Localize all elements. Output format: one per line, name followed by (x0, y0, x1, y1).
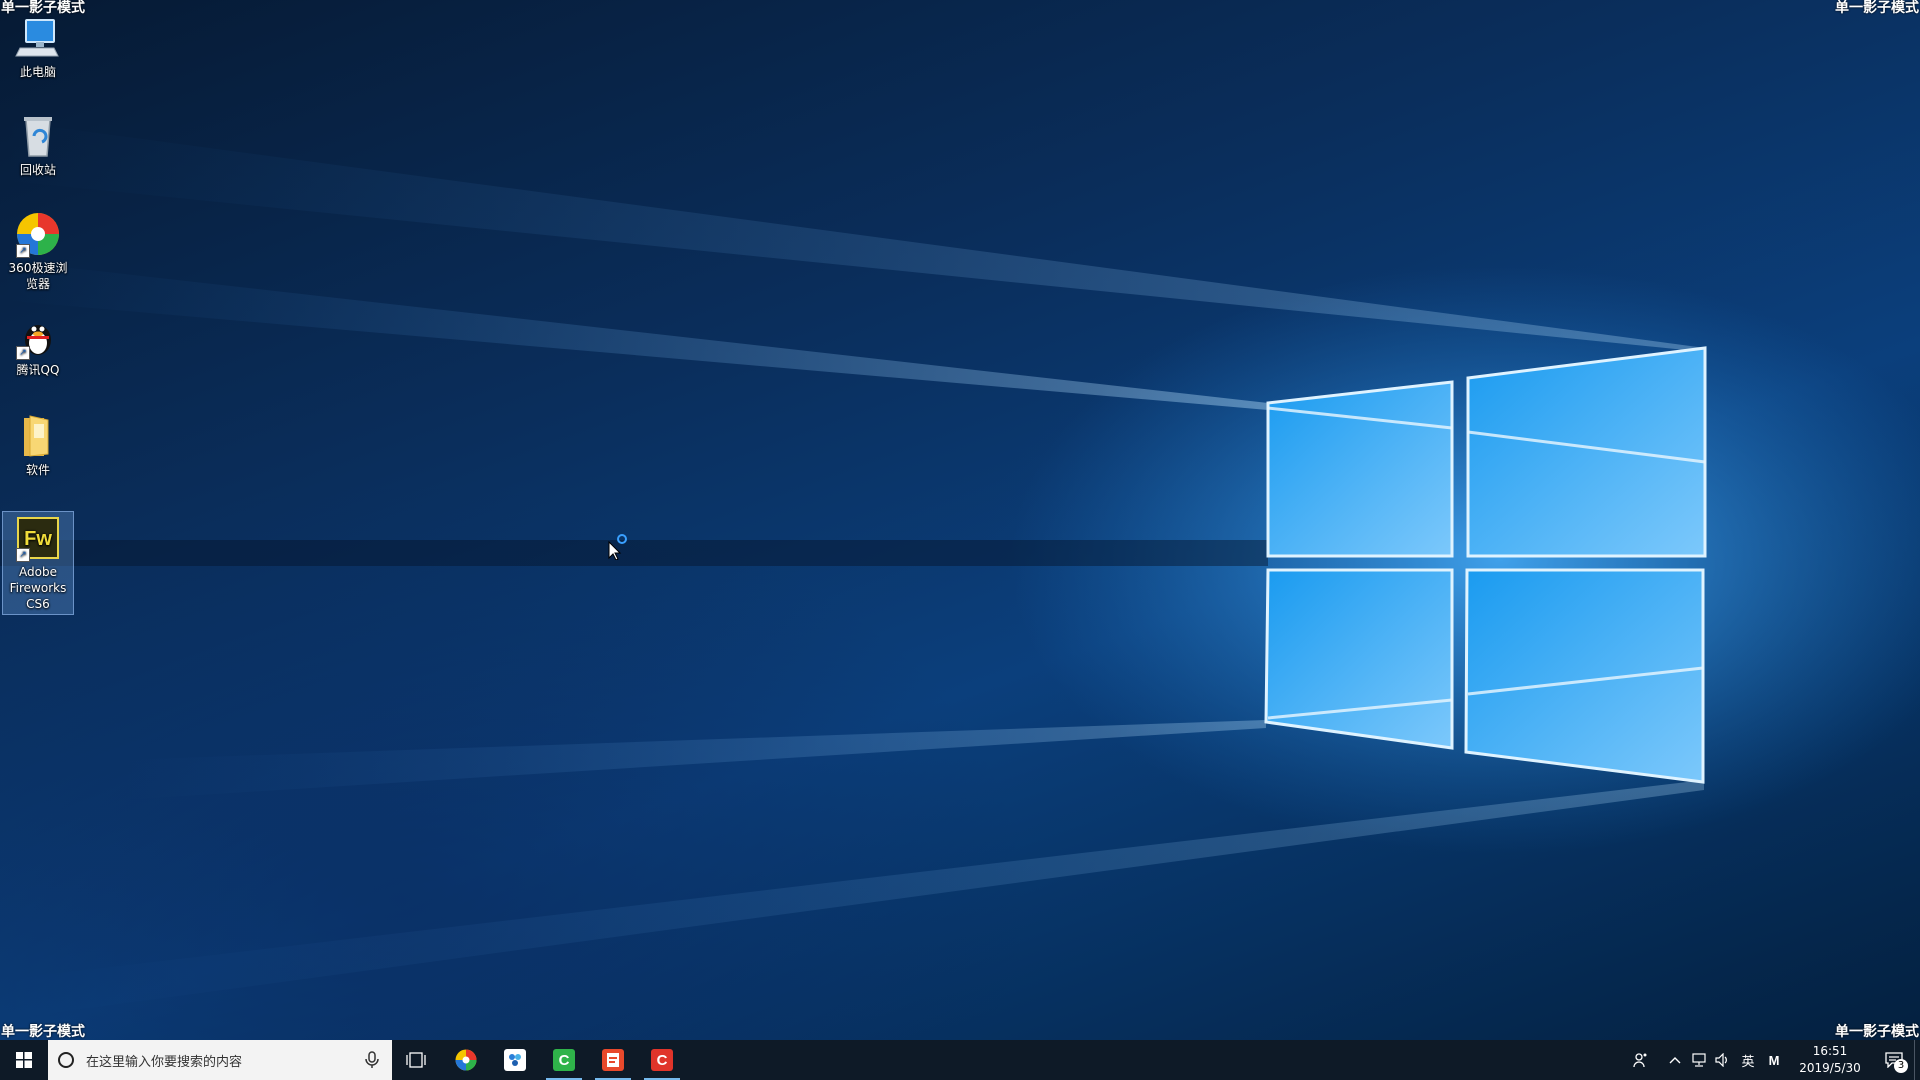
taskbar: 在这里输入你要搜索的内容 C C 英 M 16:51 2019/5/30 3 (0, 1040, 1920, 1080)
shortcut-arrow-icon: ↗ (16, 244, 30, 258)
input-language-button[interactable]: 英 (1736, 1040, 1760, 1080)
red-c-app-icon: C (651, 1049, 673, 1071)
recycle-bin-icon (14, 112, 62, 160)
cortana-icon (58, 1052, 74, 1068)
desktop-icon-label: 360极速浏览器 (8, 261, 68, 291)
desktop-icon-label: Adobe Fireworks CS6 (9, 565, 67, 611)
watermark-bottom-right: 单一影子模式 (1835, 1024, 1919, 1040)
clock[interactable]: 16:51 2019/5/30 (1780, 1040, 1880, 1080)
360-browser-icon: ↗ (14, 210, 62, 258)
show-hidden-icons-button[interactable] (1664, 1040, 1686, 1080)
logo-pane-bottom-right (1464, 568, 1705, 784)
start-button[interactable] (0, 1040, 48, 1080)
desktop[interactable]: 单一影子模式 单一影子模式 此电脑 回收站 ↗ 360极速浏览器 ↗ 腾讯QQ … (0, 0, 1920, 1040)
people-app-icon (504, 1049, 526, 1071)
search-box[interactable]: 在这里输入你要搜索的内容 (48, 1040, 392, 1080)
desktop-icon-software-folder[interactable]: 软件 (2, 410, 74, 478)
qq-icon: ↗ (14, 312, 62, 360)
busy-cursor-icon (608, 534, 627, 560)
network-icon (1692, 1053, 1706, 1067)
action-center-button[interactable]: 3 (1874, 1040, 1914, 1080)
desktop-icon-fireworks[interactable]: Fw ↗ Adobe Fireworks CS6 (2, 511, 74, 615)
this-pc-icon (14, 14, 62, 62)
desktop-icon-label: 腾讯QQ (16, 363, 60, 377)
shortcut-arrow-icon: ↗ (16, 548, 30, 562)
speaker-icon (1715, 1053, 1727, 1067)
show-desktop-button[interactable] (1914, 1040, 1920, 1080)
windows-logo-icon (16, 1052, 32, 1068)
desktop-icon-label: 此电脑 (19, 65, 56, 79)
taskbar-app-360-browser[interactable] (442, 1040, 490, 1080)
search-placeholder: 在这里输入你要搜索的内容 (86, 1054, 243, 1070)
task-view-icon (406, 1052, 426, 1068)
desktop-icon-this-pc[interactable]: 此电脑 (2, 12, 74, 80)
microphone-icon[interactable] (362, 1050, 382, 1070)
logo-pane-top-left (1266, 380, 1454, 558)
chevron-up-icon (1669, 1057, 1681, 1064)
network-button[interactable] (1688, 1040, 1710, 1080)
watermark-top-right: 单一影子模式 (1835, 0, 1919, 16)
fireworks-glyph-text: Fw (24, 528, 52, 550)
taskbar-app-pdf[interactable] (589, 1040, 637, 1080)
taskbar-app-people[interactable] (491, 1040, 539, 1080)
windows-wallpaper (0, 120, 1920, 1020)
logo-pane-bottom-left (1264, 568, 1454, 750)
shortcut-arrow-icon: ↗ (16, 346, 30, 360)
desktop-icon-qq[interactable]: ↗ 腾讯QQ (2, 310, 74, 378)
taskbar-app-green-c[interactable]: C (540, 1040, 588, 1080)
volume-button[interactable] (1712, 1040, 1734, 1080)
people-icon (1633, 1053, 1647, 1068)
clock-date: 2019/5/30 (1799, 1061, 1861, 1075)
green-c-app-icon: C (553, 1049, 575, 1071)
desktop-icon-recycle-bin[interactable]: 回收站 (2, 110, 74, 178)
people-tray-button[interactable] (1626, 1040, 1656, 1080)
logo-pane-top-right (1466, 346, 1707, 558)
desktop-icon-360-browser[interactable]: ↗ 360极速浏览器 (2, 208, 74, 292)
desktop-icon-label: 回收站 (19, 163, 56, 177)
watermark-bottom-left: 单一影子模式 (1, 1024, 85, 1040)
notification-count-badge: 3 (1894, 1059, 1908, 1073)
pdf-app-icon (602, 1049, 624, 1071)
folder-icon (14, 412, 62, 460)
360-browser-icon (455, 1049, 477, 1071)
fireworks-icon: Fw ↗ (14, 514, 62, 562)
taskbar-app-red-c[interactable]: C (638, 1040, 686, 1080)
desktop-icon-label: 软件 (25, 463, 50, 477)
clock-time: 16:51 (1812, 1044, 1848, 1058)
task-view-button[interactable] (396, 1040, 436, 1080)
